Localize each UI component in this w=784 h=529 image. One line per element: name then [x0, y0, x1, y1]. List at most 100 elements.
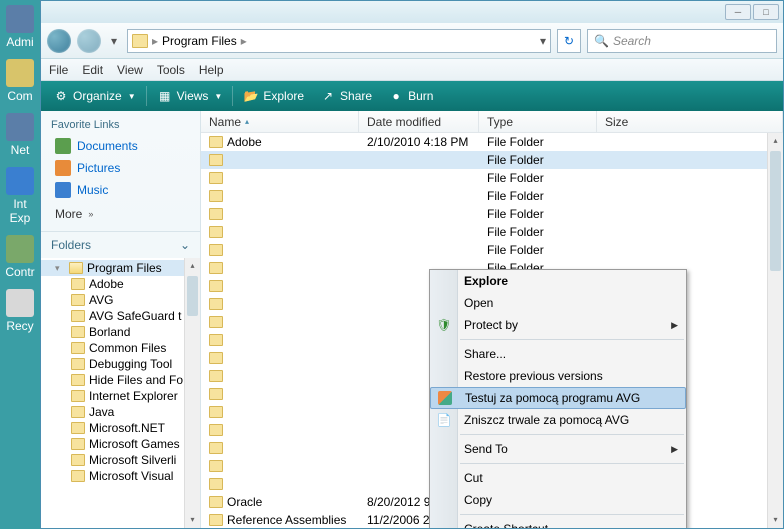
- desktop-icon[interactable]: Contr: [0, 230, 40, 284]
- address-bar[interactable]: ▸ Program Files ▸ ▾: [127, 29, 551, 53]
- back-button[interactable]: [47, 29, 71, 53]
- folder-icon: [71, 342, 85, 354]
- context-menu-separator: [460, 339, 684, 340]
- menu-file[interactable]: File: [49, 63, 68, 77]
- folder-icon: [209, 334, 223, 346]
- toolbar-views[interactable]: ▦Views▼: [151, 86, 229, 106]
- refresh-button[interactable]: ↻: [557, 29, 581, 53]
- tree-scrollbar[interactable]: ▴ ▾: [184, 258, 200, 528]
- shred-icon: 📄: [436, 412, 452, 428]
- address-dropdown[interactable]: ▾: [540, 34, 546, 48]
- folder-icon: [209, 172, 223, 184]
- tree-item[interactable]: AVG SafeGuard t: [41, 308, 200, 324]
- folder-icon: [209, 406, 223, 418]
- context-menu-separator: [460, 514, 684, 515]
- context-menu-item[interactable]: Restore previous versions: [430, 365, 686, 387]
- tree-item[interactable]: Borland: [41, 324, 200, 340]
- tree-item[interactable]: AVG: [41, 292, 200, 308]
- folder-icon: [71, 294, 85, 306]
- file-row[interactable]: File Folder: [201, 205, 783, 223]
- desktop-icon[interactable]: Admi: [0, 0, 40, 54]
- share-icon: ↗: [320, 88, 336, 104]
- toolbar-share[interactable]: ↗Share: [314, 86, 378, 106]
- tree-item[interactable]: Microsoft Visual: [41, 468, 200, 484]
- search-input[interactable]: 🔍 Search: [587, 29, 777, 53]
- breadcrumb-segment[interactable]: Program Files: [162, 34, 237, 48]
- nav-history-dropdown[interactable]: ▾: [107, 34, 121, 48]
- search-placeholder: Search: [613, 34, 651, 48]
- list-scrollbar[interactable]: ▴ ▾: [767, 133, 783, 528]
- context-menu-item[interactable]: Send To▶: [430, 438, 686, 460]
- context-menu-separator: [460, 434, 684, 435]
- column-headers: Name▴ Date modified Type Size: [201, 111, 783, 133]
- toolbar-burn[interactable]: ●Burn: [382, 86, 439, 106]
- scrollbar-thumb[interactable]: [770, 151, 781, 271]
- breadcrumb-sep[interactable]: ▸: [241, 34, 247, 48]
- tree-item[interactable]: Debugging Tool: [41, 356, 200, 372]
- file-row[interactable]: File Folder: [201, 223, 783, 241]
- tree-item[interactable]: Internet Explorer: [41, 388, 200, 404]
- file-row[interactable]: File Folder: [201, 241, 783, 259]
- favorite-music[interactable]: Music: [41, 179, 200, 201]
- tree-item[interactable]: Microsoft Games: [41, 436, 200, 452]
- folder-icon: [71, 278, 85, 290]
- menu-tools[interactable]: Tools: [157, 63, 185, 77]
- avg-icon: [437, 390, 453, 406]
- folder-icon: [69, 262, 83, 274]
- file-row[interactable]: File Folder: [201, 187, 783, 205]
- maximize-button[interactable]: □: [753, 4, 779, 20]
- tree-item[interactable]: Microsoft Silverli: [41, 452, 200, 468]
- folder-tree: ▾Program FilesAdobeAVGAVG SafeGuard tBor…: [41, 258, 200, 528]
- context-menu-item[interactable]: 🛡Protect by▶: [430, 314, 686, 336]
- minimize-button[interactable]: ─: [725, 4, 751, 20]
- forward-button[interactable]: [77, 29, 101, 53]
- folders-header[interactable]: Folders ⌄: [41, 231, 200, 258]
- command-toolbar: ⚙Organize▼ ▦Views▼ 📂Explore↗Share●Burn: [41, 81, 783, 111]
- column-size[interactable]: Size: [597, 111, 783, 132]
- folder-icon: [132, 34, 148, 48]
- favorite-pictures[interactable]: Pictures: [41, 157, 200, 179]
- folder-icon: [209, 190, 223, 202]
- column-type[interactable]: Type: [479, 111, 597, 132]
- tree-item[interactable]: ▾Program Files: [41, 260, 200, 276]
- folder-icon: [209, 316, 223, 328]
- tree-item[interactable]: Adobe: [41, 276, 200, 292]
- more-links[interactable]: More »: [41, 201, 200, 227]
- context-menu-item[interactable]: Copy: [430, 489, 686, 511]
- file-row[interactable]: File Folder: [201, 169, 783, 187]
- folder-icon: [209, 442, 223, 454]
- menu-help[interactable]: Help: [199, 63, 224, 77]
- tree-item[interactable]: Microsoft.NET: [41, 420, 200, 436]
- context-menu-item[interactable]: 📄Zniszcz trwale za pomocą AVG: [430, 409, 686, 431]
- organize-icon: ⚙: [53, 88, 69, 104]
- menu-view[interactable]: View: [117, 63, 143, 77]
- folder-icon: [71, 374, 85, 386]
- context-menu-item[interactable]: Share...: [430, 343, 686, 365]
- burn-icon: ●: [388, 88, 404, 104]
- desktop-icon[interactable]: Com: [0, 54, 40, 108]
- context-menu-item[interactable]: Open: [430, 292, 686, 314]
- tree-item[interactable]: Java: [41, 404, 200, 420]
- context-menu-item[interactable]: Testuj za pomocą programu AVG: [430, 387, 686, 409]
- context-menu-item[interactable]: Cut: [430, 467, 686, 489]
- desktop-icon[interactable]: Net: [0, 108, 40, 162]
- documents-icon: [55, 138, 71, 154]
- toolbar-explore[interactable]: 📂Explore: [237, 86, 310, 106]
- folder-icon: [209, 460, 223, 472]
- folder-icon: [209, 154, 223, 166]
- file-row[interactable]: File Folder: [201, 151, 783, 169]
- column-name[interactable]: Name▴: [201, 111, 359, 132]
- context-menu-item[interactable]: Explore: [430, 270, 686, 292]
- scrollbar-thumb[interactable]: [187, 276, 198, 316]
- folder-icon: [209, 478, 223, 490]
- context-menu-item[interactable]: Create Shortcut: [430, 518, 686, 528]
- column-date[interactable]: Date modified: [359, 111, 479, 132]
- toolbar-organize[interactable]: ⚙Organize▼: [47, 86, 142, 106]
- file-row[interactable]: Adobe2/10/2010 4:18 PMFile Folder: [201, 133, 783, 151]
- menu-edit[interactable]: Edit: [82, 63, 103, 77]
- tree-item[interactable]: Hide Files and Fo: [41, 372, 200, 388]
- favorite-documents[interactable]: Documents: [41, 135, 200, 157]
- desktop-icon[interactable]: IntExp: [0, 162, 40, 230]
- desktop-icon[interactable]: Recy: [0, 284, 40, 338]
- tree-item[interactable]: Common Files: [41, 340, 200, 356]
